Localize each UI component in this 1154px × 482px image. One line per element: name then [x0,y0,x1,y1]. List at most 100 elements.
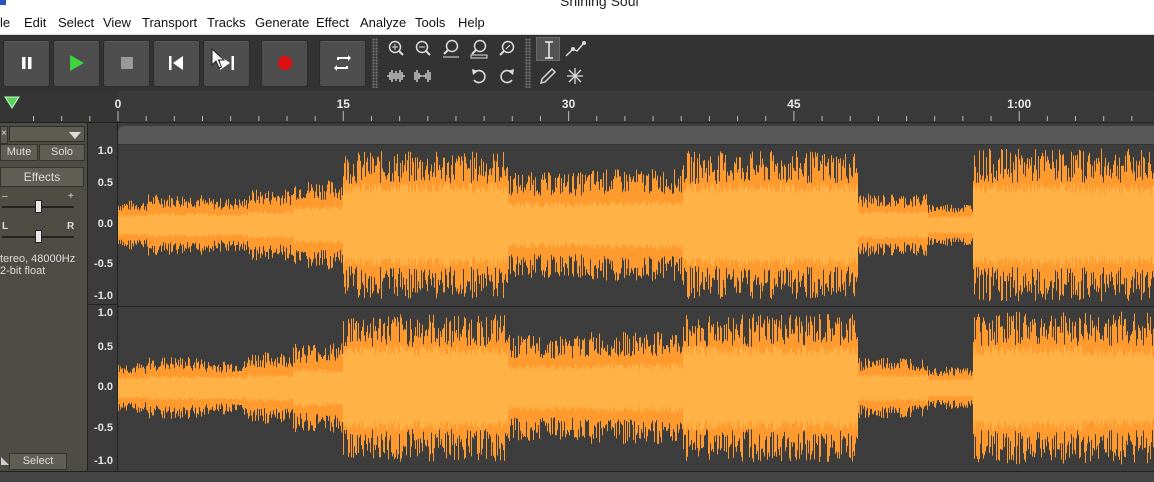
zoom-toggle-button[interactable] [495,37,519,61]
scale-label: 0.5 [97,341,113,353]
menu-transport[interactable]: Transport [142,15,197,30]
zoom-out-icon [415,40,431,56]
menu-help[interactable]: Help [458,15,485,30]
amplitude-scale: 1.0 0.5 0.0 -0.5 -1.0 1.0 0.5 0.0 -0.5 -… [88,123,118,471]
skip-end-icon [211,47,234,70]
silence-selection-icon [414,70,431,82]
redo-button[interactable] [495,64,519,88]
select-track-button[interactable]: Select [9,453,67,470]
zoom-out-button[interactable] [411,37,435,61]
menu-bar: le Edit Select View Transport Tracks Gen… [0,11,1154,35]
loop-icon [334,55,351,71]
horizontal-scrollbar[interactable] [0,471,1154,482]
loop-button[interactable] [319,40,366,87]
toolbar [0,35,1154,92]
mute-button[interactable]: Mute [0,144,38,161]
menu-analyze[interactable]: Analyze [360,15,406,30]
envelope-tool-icon [565,41,586,57]
trim-outside-button[interactable] [384,64,408,88]
record-button[interactable] [261,40,308,87]
menu-select[interactable]: Select [58,15,94,30]
ruler-label: 1:00 [1007,97,1031,111]
multi-tool-button[interactable] [563,64,587,88]
fit-project-icon [470,39,488,59]
selection-tool-icon [545,41,553,59]
undo-icon [472,69,486,84]
scale-label: 0.0 [97,381,113,393]
multi-tool-icon [567,68,583,84]
solo-button[interactable]: Solo [39,144,85,161]
menu-edit[interactable]: Edit [24,15,46,30]
zoom-in-icon [388,40,404,56]
scale-label: -0.5 [94,258,113,270]
track-header: × [0,126,87,144]
play-icon [70,55,84,71]
pan-slider-knob[interactable] [35,230,42,243]
stop-icon [121,57,133,69]
ruler-label: 30 [562,97,576,111]
zoom-in-button[interactable] [384,37,408,61]
gain-slider-knob[interactable] [35,200,42,213]
menu-view[interactable]: View [103,15,131,30]
draw-tool-icon [540,68,556,84]
timeline-scale: 01530451:001:151:301:452:002:15 [33,97,1133,121]
scale-label: -1.0 [94,455,113,467]
timeline-ruler[interactable]: 01530451:001:151:301:452:002:15 [0,91,1154,123]
stop-button[interactable] [103,40,150,87]
pause-button[interactable] [3,40,50,87]
fit-project-button[interactable] [467,37,491,61]
toolbar-grip[interactable] [525,38,531,88]
window-title: Shining Soul [560,0,639,9]
trim-outside-icon [387,70,405,82]
scale-label: -1.0 [94,290,113,302]
zoom-toggle-icon [499,40,515,56]
ruler-label: 15 [337,97,351,111]
track-name-dropdown[interactable] [9,126,85,142]
track-sample-format: 2-bit float [0,265,46,277]
close-icon: × [1,128,7,139]
undo-button[interactable] [467,64,491,88]
skip-start-icon [169,56,183,70]
pause-icon [22,57,32,69]
menu-tracks[interactable]: Tracks [207,15,246,30]
menu-generate[interactable]: Generate [255,15,309,30]
scale-label: 0.0 [97,218,113,230]
record-icon [278,56,292,70]
app-icon [0,0,6,5]
effects-button[interactable]: Effects [0,167,84,187]
pan-right-label: R [67,221,75,232]
fit-selection-icon [443,39,459,58]
fit-selection-button[interactable] [439,37,463,61]
scale-label: 0.5 [97,177,113,189]
skip-to-start-button[interactable] [153,40,200,87]
clip-title-bar[interactable] [118,126,1154,145]
track-control-panel: × Mute Solo Effects – + L R tereo, 48000… [0,123,88,471]
play-button[interactable] [53,40,100,87]
track-close-button[interactable]: × [0,126,8,144]
waveform[interactable] [118,145,1154,471]
gain-plus-label: + [68,191,74,202]
scale-label: -0.5 [94,422,113,434]
menu-tools[interactable]: Tools [415,15,445,30]
menu-file[interactable]: le [0,15,10,30]
gain-minus-label: – [2,191,8,202]
track-format-info: tereo, 48000Hz [0,253,76,265]
draw-tool-button[interactable] [536,64,560,88]
ruler-label: 45 [787,97,801,111]
title-bar: Shining Soul [0,0,1154,11]
waveform-area[interactable] [118,123,1154,471]
ruler-label: 0 [115,97,122,111]
scale-label: 1.0 [97,307,113,319]
redo-icon [500,69,514,84]
scale-label: 1.0 [97,145,113,157]
envelope-tool-button[interactable] [563,37,587,61]
toolbar-grip[interactable] [372,38,378,88]
chevron-down-icon [69,132,81,139]
menu-effect[interactable]: Effect [316,15,349,30]
selection-tool-button[interactable] [536,37,560,61]
channel-divider [88,304,117,305]
silence-selection-button[interactable] [411,64,435,88]
channel-divider [118,306,1154,307]
skip-to-end-button[interactable] [203,40,250,87]
pan-left-label: L [2,221,9,232]
